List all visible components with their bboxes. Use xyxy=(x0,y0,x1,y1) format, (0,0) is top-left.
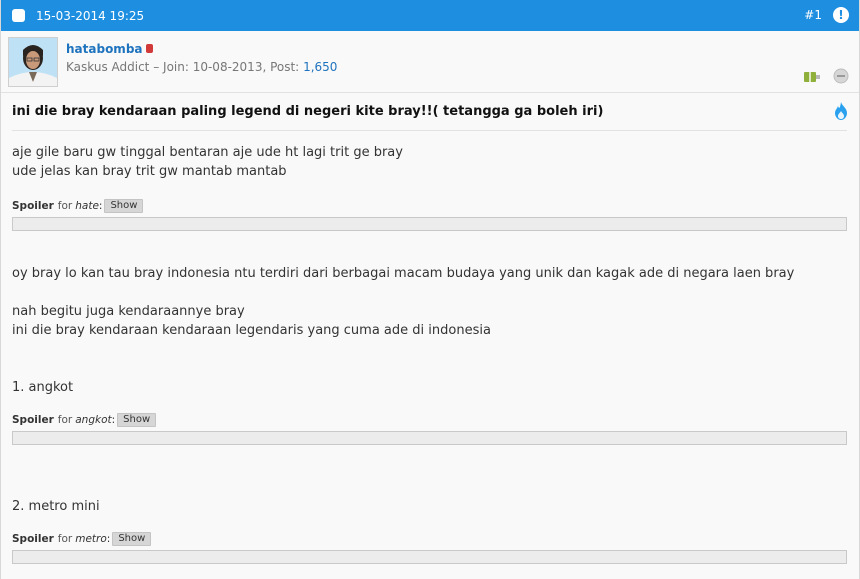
post-title: ini die bray kendaraan paling legend di … xyxy=(12,104,604,119)
user-join-text: – Join: 10-08-2013, Post: xyxy=(153,60,300,74)
intro-line-2: ude jelas kan bray trit gw mantab mantab xyxy=(12,164,287,179)
user-info: Kaskus Addict – Join: 10-08-2013, Post: … xyxy=(66,60,337,74)
spoiler-label: Spoiler xyxy=(12,414,54,426)
post-date: 15-03-2014 19:25 xyxy=(36,8,145,23)
post-number-link[interactable]: #1 xyxy=(804,8,822,22)
spoiler-angkot: Spoiler for angkot: Show xyxy=(12,412,847,428)
spoiler-for: for xyxy=(57,533,73,545)
body-line-3: ini die bray kendaraan kendaraan legenda… xyxy=(12,323,491,338)
gift-icon[interactable] xyxy=(803,68,821,87)
post-content: ini die bray kendaraan paling legend di … xyxy=(1,93,859,564)
spoiler-show-button[interactable]: Show xyxy=(117,413,157,427)
forum-post: 15-03-2014 19:25 #1 ! hatabomba Kaskus A… xyxy=(0,0,860,579)
body-line-1: oy bray lo kan tau bray indonesia ntu te… xyxy=(12,266,795,281)
intro-line-1: aje gile baru gw tinggal bentaran aje ud… xyxy=(12,145,403,160)
status-indicator-icon xyxy=(146,44,153,53)
user-bar: hatabomba Kaskus Addict – Join: 10-08-20… xyxy=(1,31,859,93)
spoiler-hate: Spoiler for hate: Show xyxy=(12,198,847,214)
spoiler-name: metro xyxy=(75,533,107,545)
fire-icon xyxy=(833,101,849,125)
spoiler-show-button[interactable]: Show xyxy=(104,199,144,213)
spoiler-content-box xyxy=(12,431,847,445)
spoiler-metro: Spoiler for metro: Show xyxy=(12,531,847,547)
ignore-icon[interactable] xyxy=(833,68,849,88)
spoiler-label: Spoiler xyxy=(12,200,54,212)
checkbox-icon[interactable] xyxy=(12,9,25,22)
spoiler-name: hate xyxy=(75,200,99,212)
alert-icon[interactable]: ! xyxy=(833,7,849,23)
post-title-row: ini die bray kendaraan paling legend di … xyxy=(12,93,847,131)
avatar[interactable] xyxy=(8,37,58,87)
username-link[interactable]: hatabomba xyxy=(66,42,143,56)
spoiler-for: for xyxy=(57,200,73,212)
spoiler-label: Spoiler xyxy=(12,533,54,545)
post-header-bar: 15-03-2014 19:25 #1 ! xyxy=(1,0,859,31)
item-angkot: 1. angkot xyxy=(12,380,74,395)
user-post-count[interactable]: 1,650 xyxy=(303,60,337,74)
spoiler-for: for xyxy=(57,414,73,426)
body-line-2: nah begitu juga kendaraannye bray xyxy=(12,304,245,319)
user-rank: Kaskus Addict xyxy=(66,60,150,74)
spoiler-content-box xyxy=(12,217,847,231)
spoiler-content-box xyxy=(12,550,847,564)
item-metro-mini: 2. metro mini xyxy=(12,499,100,514)
spoiler-name: angkot xyxy=(75,414,112,426)
spoiler-show-button[interactable]: Show xyxy=(112,532,152,546)
